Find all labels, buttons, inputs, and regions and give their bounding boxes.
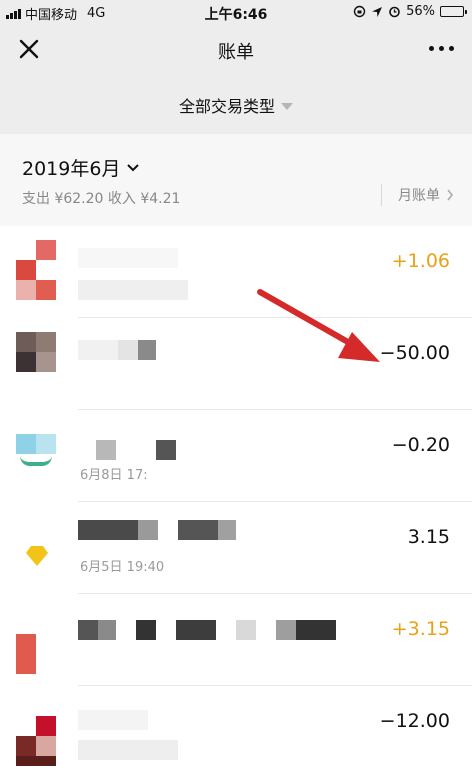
pixelated-merchant-name xyxy=(218,520,236,540)
month-summary: 支出 ¥62.20 收入 ¥4.21 xyxy=(22,191,181,207)
caret-down-icon xyxy=(281,102,293,110)
diamond-icon xyxy=(26,546,48,566)
status-right: 56% xyxy=(353,4,467,19)
orientation-lock-icon xyxy=(353,5,366,18)
pixelated-merchant-name xyxy=(78,340,118,360)
chevron-right-icon xyxy=(447,189,454,201)
pixelated-merchant-name xyxy=(78,520,138,540)
month-label: 2019年6月 xyxy=(22,158,121,180)
filter-label: 全部交易类型 xyxy=(178,97,275,116)
merchant-avatar xyxy=(16,516,56,576)
merchant-avatar xyxy=(16,332,56,392)
location-icon xyxy=(372,6,383,17)
transaction-date: 6月5日 19:40 xyxy=(80,560,165,575)
more-icon[interactable] xyxy=(429,46,454,51)
transaction-amount: −12.00 xyxy=(379,710,450,732)
pixelated-merchant-name xyxy=(138,520,158,540)
battery-percent: 56% xyxy=(406,4,435,19)
pixelated-merchant-name xyxy=(138,340,156,360)
transaction-date: 6月8日 17: xyxy=(80,468,148,483)
pixelated-merchant-name xyxy=(178,520,218,540)
merchant-avatar xyxy=(16,608,56,674)
merchant-avatar xyxy=(16,240,56,300)
pixelated-merchant-name xyxy=(156,440,176,460)
transaction-amount: 3.15 xyxy=(407,526,450,548)
transaction-row[interactable]: 6月5日 19:40 3.15 xyxy=(0,502,472,594)
pixelated-date xyxy=(78,740,178,760)
transaction-amount: +1.06 xyxy=(391,250,450,272)
transaction-amount: +3.15 xyxy=(391,618,450,640)
pixelated-merchant-name xyxy=(176,620,216,640)
pixelated-date xyxy=(78,280,188,300)
pixelated-merchant-name xyxy=(136,620,156,640)
monthly-bill-button[interactable]: 月账单 xyxy=(381,184,454,206)
month-header: 2019年6月 支出 ¥62.20 收入 ¥4.21 月账单 xyxy=(0,134,472,226)
transaction-row[interactable]: −50.00 xyxy=(0,318,472,410)
month-selector[interactable]: 2019年6月 xyxy=(22,154,140,181)
pixelated-merchant-name xyxy=(118,340,138,360)
transaction-row[interactable]: +1.06 xyxy=(0,226,472,318)
pixelated-merchant-name xyxy=(78,620,98,640)
transaction-amount: −50.00 xyxy=(379,342,450,364)
transaction-row[interactable]: +3.15 xyxy=(0,594,472,686)
pixelated-merchant-name xyxy=(236,620,256,640)
transaction-list: +1.06 −50.00 6月8日 17: −0.20 6月5日 19:40 3… xyxy=(0,226,472,784)
pixelated-merchant-name xyxy=(96,440,116,460)
monthly-bill-label: 月账单 xyxy=(398,188,440,204)
pixelated-merchant-name xyxy=(98,620,116,640)
battery-icon xyxy=(440,6,467,17)
pixelated-merchant-name xyxy=(296,620,336,640)
page-title: 账单 xyxy=(218,42,254,63)
alarm-icon xyxy=(389,6,400,18)
pixelated-merchant-name xyxy=(78,248,178,268)
transaction-row[interactable]: 6月8日 17: −0.20 xyxy=(0,410,472,502)
status-bar: 中国移动 4G 上午6:46 56% xyxy=(0,0,472,24)
transaction-amount: −0.20 xyxy=(391,434,450,456)
merchant-avatar xyxy=(16,700,56,766)
merchant-avatar xyxy=(16,424,56,484)
chevron-down-icon xyxy=(127,163,140,171)
nav-bar: 账单 xyxy=(0,24,472,76)
pixelated-merchant-name xyxy=(276,620,296,640)
transaction-row[interactable]: −12.00 xyxy=(0,686,472,778)
transaction-type-filter[interactable]: 全部交易类型 xyxy=(0,76,472,134)
pixelated-merchant-name xyxy=(78,710,148,730)
